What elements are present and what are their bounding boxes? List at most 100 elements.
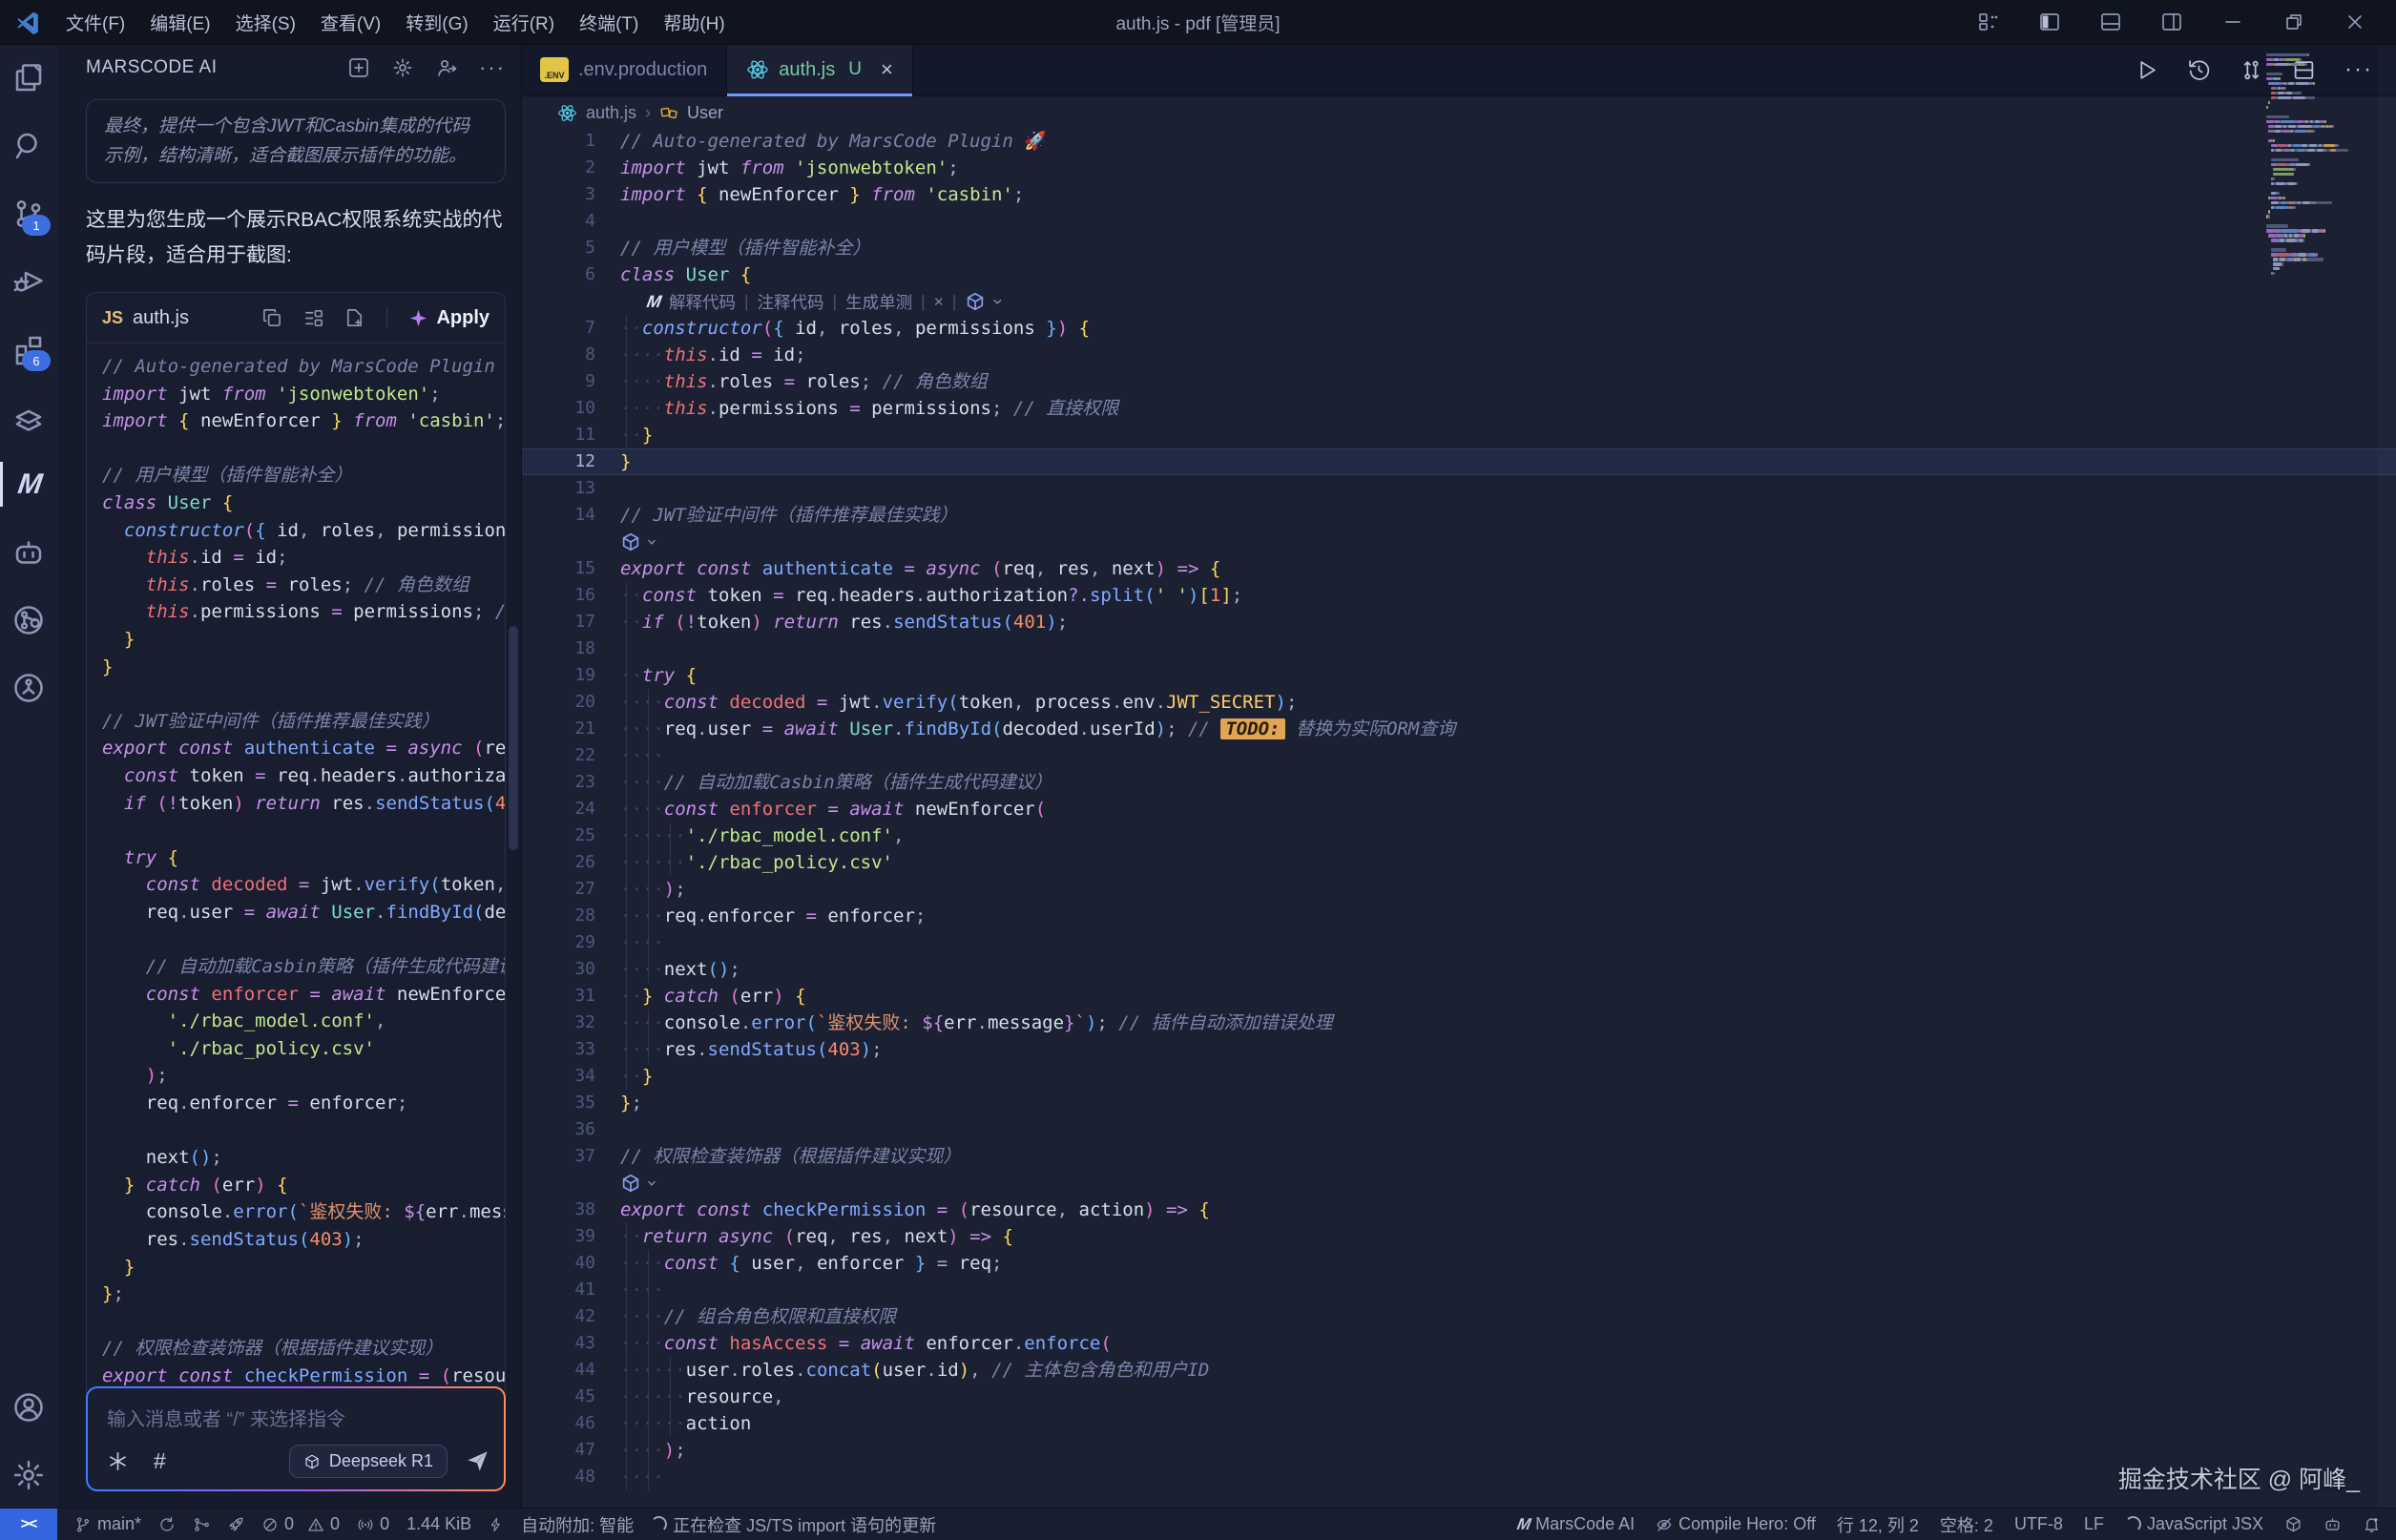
rocket-item[interactable]	[227, 1516, 244, 1533]
code-line-9[interactable]: 9····this.roles = roles; // 角色数组	[521, 368, 2396, 395]
code-line-10[interactable]: 10····this.permissions = permissions; //…	[521, 395, 2396, 422]
code-line-22[interactable]: 22····	[521, 742, 2396, 769]
toggle-secondary-sidebar-icon[interactable]	[2156, 6, 2188, 38]
code-line-26[interactable]: 26······'./rbac_policy.csv'	[521, 849, 2396, 876]
copy-code-icon[interactable]	[261, 307, 283, 329]
activity-account[interactable]	[0, 1373, 57, 1441]
marscode-cube-icon[interactable]	[965, 291, 986, 312]
new-file-icon[interactable]	[344, 307, 365, 329]
eol-item[interactable]: LF	[2084, 1514, 2104, 1534]
code-line-40[interactable]: 40····const { user, enforcer } = req;	[521, 1250, 2396, 1277]
code-line-37[interactable]: 37// 权限检查装饰器（根据插件建议实现）	[521, 1143, 2396, 1170]
code-line-45[interactable]: 45······resource,	[521, 1384, 2396, 1410]
code-line-19[interactable]: 19··try {	[521, 662, 2396, 689]
code-line-20[interactable]: 20····const decoded = jwt.verify(token, …	[521, 689, 2396, 716]
toggle-sidebar-icon[interactable]	[2033, 6, 2066, 38]
menu-item-4[interactable]: 转到(G)	[393, 10, 480, 35]
chat-input-box[interactable]: 输入消息或者 “/” 来选择指令 # Deepseek R1	[86, 1386, 506, 1491]
notifications-bell-icon[interactable]	[2363, 1515, 2381, 1533]
remote-indicator[interactable]: ><	[0, 1509, 57, 1540]
code-line-12[interactable]: 12}	[521, 448, 2396, 475]
code-line-11[interactable]: 11··}	[521, 422, 2396, 448]
code-line-27[interactable]: 27····);	[521, 876, 2396, 903]
code-line-28[interactable]: 28····req.enforcer = enforcer;	[521, 903, 2396, 929]
new-chat-icon[interactable]	[347, 56, 370, 79]
marscode-cube-icon[interactable]	[620, 531, 641, 552]
more-actions-icon[interactable]: ···	[479, 55, 506, 80]
commands-icon[interactable]	[107, 1450, 129, 1472]
code-line-23[interactable]: 23····// 自动加载Casbin策略（插件生成代码建议）	[521, 769, 2396, 796]
inline-chat-widget[interactable]: ›	[521, 529, 2396, 555]
inline-chat-widget[interactable]: ›	[521, 1170, 2396, 1197]
code-line-32[interactable]: 32····console.error(`鉴权失败: ${err.message…	[521, 1009, 2396, 1036]
codelens-link-1[interactable]: 注释代码	[758, 290, 824, 314]
model-selector[interactable]: Deepseek R1	[289, 1445, 448, 1478]
robot-status-icon[interactable]	[2323, 1515, 2342, 1533]
code-line-1[interactable]: 1// Auto-generated by MarsCode Plugin 🚀	[521, 128, 2396, 155]
git-graph-item[interactable]	[193, 1516, 210, 1533]
code-line-8[interactable]: 8····this.id = id;	[521, 342, 2396, 368]
code-line-38[interactable]: 38export const checkPermission = (resour…	[521, 1197, 2396, 1223]
code-line-4[interactable]: 4	[521, 208, 2396, 235]
sync-icon[interactable]	[158, 1516, 176, 1533]
code-line-5[interactable]: 5// 用户模型（插件智能补全）	[521, 235, 2396, 261]
code-line-7[interactable]: 7··constructor({ id, roles, permissions …	[521, 315, 2396, 342]
branch-item[interactable]: main*	[74, 1514, 141, 1534]
codelens-link-0[interactable]: 解释代码	[669, 290, 736, 314]
language-mode-item[interactable]: JavaScript JSX	[2125, 1514, 2263, 1534]
activity-project-manager[interactable]	[0, 654, 57, 721]
activity-ai-robot[interactable]	[0, 518, 57, 586]
tab-env-production[interactable]: .ENV .env.production	[521, 44, 727, 95]
code-line-25[interactable]: 25······'./rbac_model.conf',	[521, 822, 2396, 849]
activity-extensions[interactable]: 6	[0, 315, 57, 383]
menu-item-0[interactable]: 文件(F)	[53, 10, 137, 35]
code-line-41[interactable]: 41····	[521, 1277, 2396, 1303]
code-line-47[interactable]: 47····);	[521, 1437, 2396, 1464]
code-line-39[interactable]: 39··return async (req, res, next) => {	[521, 1223, 2396, 1250]
auto-attach-item[interactable]: 自动附加: 智能	[521, 1512, 634, 1537]
code-line-16[interactable]: 16··const token = req.headers.authorizat…	[521, 582, 2396, 609]
run-file-icon[interactable]	[2135, 58, 2158, 82]
tab-close-icon[interactable]: ×	[881, 57, 893, 82]
code-line-31[interactable]: 31··} catch (err) {	[521, 983, 2396, 1009]
ports-item[interactable]: 0	[357, 1514, 389, 1534]
activity-git-graph[interactable]	[0, 586, 57, 654]
code-line-3[interactable]: 3import { newEnforcer } from 'casbin';	[521, 181, 2396, 208]
indentation-item[interactable]: 空格: 2	[1940, 1512, 1993, 1537]
code-line-43[interactable]: 43····const hasAccess = await enforcer.e…	[521, 1330, 2396, 1357]
zap-icon[interactable]	[489, 1516, 504, 1533]
customize-layout-icon[interactable]	[1972, 6, 2005, 38]
marscode-cube-icon[interactable]	[620, 1173, 641, 1194]
sidebar-scrollbar[interactable]	[509, 626, 518, 850]
codelens-actions[interactable]: M解释代码|注释代码|生成单测|×|›	[521, 288, 2396, 315]
activity-search[interactable]	[0, 112, 57, 179]
code-line-17[interactable]: 17··if (!token) return res.sendStatus(40…	[521, 609, 2396, 635]
code-line-18[interactable]: 18	[521, 635, 2396, 662]
cube-status-icon[interactable]	[2284, 1515, 2302, 1533]
tab-auth-js[interactable]: auth.js U ×	[727, 44, 913, 95]
breadcrumb[interactable]: auth.js › User	[521, 96, 2396, 129]
code-line-14[interactable]: 14// JWT验证中间件（插件推荐最佳实践）	[521, 502, 2396, 529]
restore-button[interactable]	[2278, 6, 2310, 38]
problems-item[interactable]: 0 0	[261, 1514, 340, 1534]
activity-source-control[interactable]: 1	[0, 179, 57, 247]
code-line-13[interactable]: 13	[521, 475, 2396, 502]
menu-item-5[interactable]: 运行(R)	[481, 10, 567, 35]
menu-item-6[interactable]: 终端(T)	[567, 10, 651, 35]
compare-changes-icon[interactable]	[2240, 58, 2263, 82]
checking-item[interactable]: 正在检查 JS/TS import 语句的更新	[651, 1512, 936, 1537]
share-profile-icon[interactable]	[435, 56, 458, 79]
activity-explorer[interactable]	[0, 44, 57, 112]
code-line-33[interactable]: 33····res.sendStatus(403);	[521, 1036, 2396, 1063]
editor-scrollbar[interactable]	[2377, 44, 2396, 1509]
panel-settings-icon[interactable]	[391, 56, 414, 79]
code-line-21[interactable]: 21····req.user = await User.findById(dec…	[521, 716, 2396, 742]
toggle-panel-icon[interactable]	[2094, 6, 2127, 38]
send-icon[interactable]	[465, 1448, 490, 1474]
menu-item-2[interactable]: 选择(S)	[223, 10, 308, 35]
code-line-30[interactable]: 30····next();	[521, 956, 2396, 983]
code-line-34[interactable]: 34··}	[521, 1063, 2396, 1090]
encoding-item[interactable]: UTF-8	[2014, 1514, 2063, 1534]
apply-button[interactable]: Apply	[408, 307, 490, 329]
timeline-icon[interactable]	[2187, 58, 2211, 82]
